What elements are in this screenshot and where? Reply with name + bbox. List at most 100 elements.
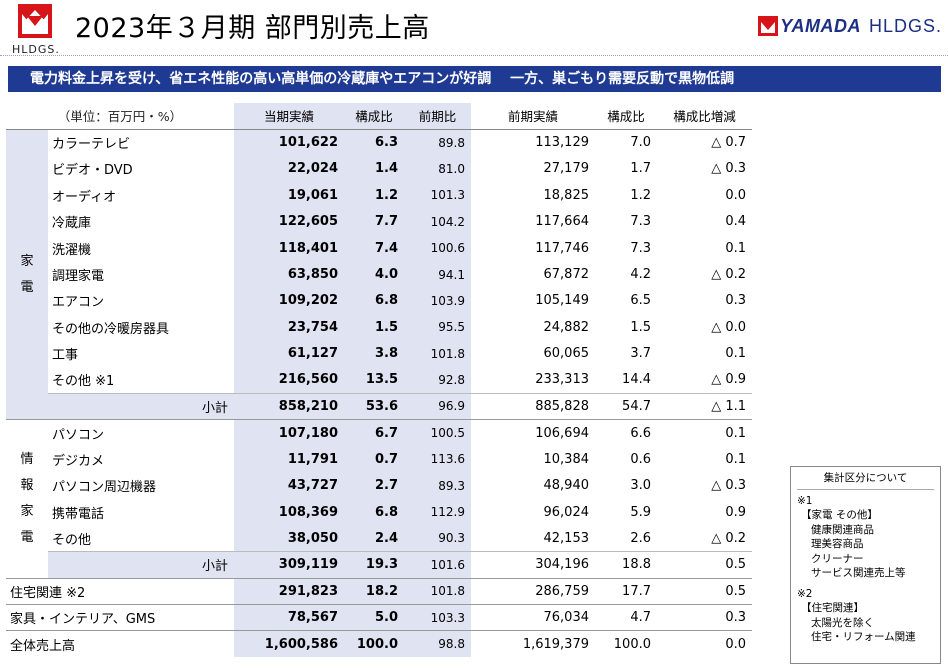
cell-previous: 106,694 <box>471 419 595 447</box>
cell-current: 309,119 <box>234 551 344 579</box>
row-name: その他の冷暖房器具 <box>52 321 170 337</box>
cell-current: 101,622 <box>234 129 344 156</box>
cell-current: 1,600,586 <box>234 630 344 658</box>
cell-current: 11,791 <box>234 446 344 473</box>
cell-current: 109,202 <box>234 287 344 315</box>
legend-note1-item: サービス関連売上等 <box>811 567 906 579</box>
row-name: 工事 <box>52 348 79 364</box>
cell-prev-ratio: 0.6 <box>630 451 651 467</box>
cell-yoy: 98.8 <box>404 630 471 658</box>
cell-prev-ratio: 17.7 <box>595 577 657 605</box>
cell-current: 107,180 <box>234 419 344 447</box>
cell-current: 63,850 <box>234 261 344 288</box>
table-row: 全体売上高 1,600,586 100.0 98.8 1,619,379 100.0 0.0 <box>6 630 752 658</box>
table-row: 工事 61,127 3.8 101.8 60,065 3.7 0.1 <box>6 340 752 367</box>
cell-previous: 48,940 <box>543 478 590 494</box>
cell-previous: 885,828 <box>471 392 595 420</box>
headline-banner: 電力料金上昇を受け、省エネ性能の高い高単価の冷蔵庫やエアコンが好調 一方、巣ごも… <box>8 66 941 92</box>
legend-box: 集計区分について ※1 【家電 その他】 健康関連商品 理美容商品 クリーナー … <box>790 466 941 664</box>
logo-left: HLDGS. <box>8 4 66 56</box>
cell-ratio: 2.7 <box>344 472 404 499</box>
table-row: ビデオ・DVD 22,024 1.4 81.0 27,179 1.7 △ 0.3 <box>6 155 752 183</box>
brand-suffix: HLDGS. <box>868 15 942 36</box>
col-header-previous: 前期実績 <box>471 103 595 130</box>
cell-yoy: 103.3 <box>404 603 471 631</box>
cell-prev-ratio: 54.7 <box>595 392 657 420</box>
col-header-yoy: 前期比 <box>404 103 471 130</box>
col-header-ratio: 構成比 <box>344 103 404 130</box>
cell-ratio: 53.6 <box>344 392 404 420</box>
cell-prev-ratio: 2.6 <box>630 530 651 546</box>
cell-ratio-change: △ 0.2 <box>711 267 746 283</box>
legend-note1-item: 健康関連商品 <box>811 523 874 536</box>
table-header-row: （単位：百万円・%） 当期実績 構成比 前期比 前期実績 構成比 構成比増減 <box>6 103 752 130</box>
cell-current: 43,727 <box>234 472 344 499</box>
cell-ratio-change: 0.5 <box>657 577 752 605</box>
cell-previous: 304,196 <box>471 551 595 579</box>
cell-ratio-change: △ 0.9 <box>711 372 746 388</box>
table-row: 情 報 家 電パソコン 107,180 6.7 100.5 106,694 6.6 0.1 <box>6 419 752 579</box>
group-label: 情 報 家 電 <box>6 419 48 579</box>
row-name: ビデオ・DVD <box>52 163 133 179</box>
legend-note1-item: クリーナー <box>811 552 864 565</box>
cell-ratio: 1.5 <box>344 314 404 341</box>
cell-ratio-change: △ 1.1 <box>657 392 752 420</box>
row-name: 全体売上高 <box>6 630 234 658</box>
row-name: 調理家電 <box>52 269 105 285</box>
table-row: その他 38,050 2.4 90.3 42,153 2.6 △ 0.2 <box>6 525 752 552</box>
cell-yoy: 101.6 <box>404 551 471 579</box>
cell-ratio: 4.0 <box>344 261 404 288</box>
cell-previous: 105,149 <box>535 293 589 309</box>
cell-previous: 24,882 <box>543 319 590 335</box>
cell-prev-ratio: 6.6 <box>595 419 657 447</box>
cell-previous: 286,759 <box>471 577 595 605</box>
col-header-prev-ratio: 構成比 <box>595 103 657 130</box>
row-name: オーディオ <box>52 189 117 205</box>
cell-previous: 76,034 <box>471 603 595 631</box>
cell-prev-ratio: 14.4 <box>622 372 651 388</box>
cell-yoy: 100.5 <box>404 419 471 447</box>
cell-yoy: 101.3 <box>404 182 471 209</box>
cell-ratio: 2.4 <box>344 525 404 552</box>
cell-yoy: 92.8 <box>404 366 471 394</box>
cell-previous: 18,825 <box>543 187 590 203</box>
logo-right: YAMADA HLDGS. <box>758 15 942 37</box>
cell-yoy: 113.6 <box>404 446 471 473</box>
cell-previous: 117,664 <box>535 214 589 230</box>
table-row: その他 ※1 216,560 13.5 92.8 233,313 14.4 △ 0.9 <box>6 366 752 394</box>
cell-ratio-change: △ 0.2 <box>711 530 746 546</box>
cell-ratio: 1.4 <box>344 155 404 183</box>
col-header-current: 当期実績 <box>234 103 344 130</box>
table-row: 住宅関連 ※2 291,823 18.2 101.8 286,759 17.7 0.5 <box>6 577 752 605</box>
row-name: パソコン <box>48 419 234 447</box>
cell-yoy: 112.9 <box>404 498 471 526</box>
row-name: デジカメ <box>52 453 105 469</box>
cell-ratio: 6.3 <box>344 129 404 156</box>
cell-current: 291,823 <box>234 577 344 605</box>
row-name: 洗濯機 <box>52 242 92 258</box>
cell-prev-ratio: 1.2 <box>630 187 651 203</box>
cell-yoy: 100.6 <box>404 234 471 262</box>
legend-note2-item: 住宅・リフォーム関連 <box>811 631 916 643</box>
cell-prev-ratio: 1.5 <box>630 319 651 335</box>
row-name: その他 ※1 <box>52 374 115 390</box>
table-row: デジカメ 11,791 0.7 113.6 10,384 0.6 0.1 <box>6 446 752 473</box>
cell-previous: 27,179 <box>543 161 590 177</box>
cell-previous: 67,872 <box>543 267 590 283</box>
cell-ratio-change: 0.0 <box>657 630 752 658</box>
cell-yoy: 81.0 <box>404 155 471 183</box>
subtotal-label: 小計 <box>48 551 234 579</box>
row-name: 携帯電話 <box>52 506 105 522</box>
cell-current: 78,567 <box>234 603 344 631</box>
cell-ratio: 0.7 <box>344 446 404 473</box>
cell-ratio: 3.8 <box>344 340 404 367</box>
cell-current: 19,061 <box>234 182 344 209</box>
table-row: 家 電カラーテレビ 101,622 6.3 89.8 113,129 7.0 △ 0.7 <box>6 129 752 420</box>
cell-current: 858,210 <box>234 392 344 420</box>
row-name: 家具・インテリア、GMS <box>6 603 234 631</box>
cell-ratio-change: △ 0.0 <box>711 319 746 335</box>
cell-yoy: 89.8 <box>404 129 471 156</box>
cell-ratio-change: 0.1 <box>725 346 746 362</box>
cell-ratio-change: 0.9 <box>725 504 746 520</box>
yamada-logo-icon <box>18 4 52 38</box>
